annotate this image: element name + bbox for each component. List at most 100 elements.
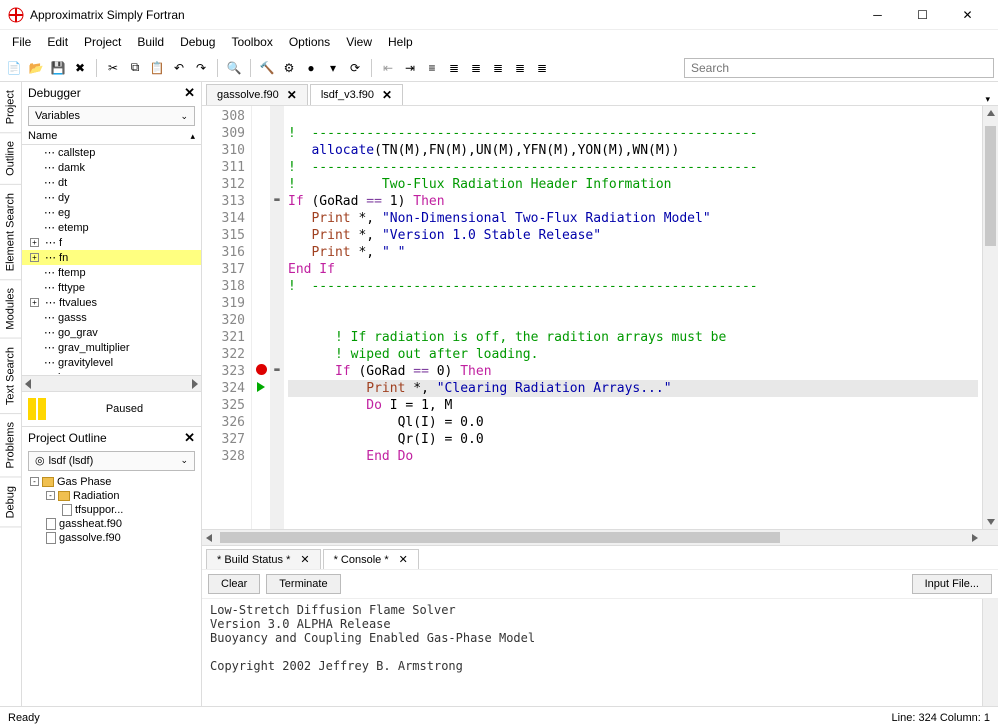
refresh-icon[interactable]: ⟳ [345,58,365,78]
close-icon[interactable]: ✕ [184,85,195,101]
variable-row[interactable]: +⋯ ftvalues [22,295,201,310]
vertical-scrollbar[interactable] [982,106,998,529]
fold-gutter[interactable]: ▬▬ [270,106,284,529]
console-output[interactable]: Low-Stretch Diffusion Flame Solver Versi… [202,598,998,706]
horizontal-scrollbar[interactable] [202,529,998,545]
align-left-icon[interactable]: ≣ [444,58,464,78]
variable-row[interactable]: ⋯ dy [22,190,201,205]
align-center-icon[interactable]: ≣ [466,58,486,78]
variables-tree[interactable]: ⋯ callstep⋯ damk⋯ dt⋯ dy⋯ eg⋯ etemp+⋯ f+… [22,145,201,375]
indent-left-icon[interactable]: ⇤ [378,58,398,78]
justify-icon[interactable]: ≣ [532,58,552,78]
project-tree[interactable]: -Gas Phase-Radiationtfsuppor...gassheat.… [22,473,201,707]
project-tree-item[interactable]: -Gas Phase [22,475,201,489]
editor-tab[interactable]: lsdf_v3.f90✕ [310,84,403,105]
code-editor[interactable]: 3083093103113123133143153163173183193203… [202,106,998,529]
redo-icon[interactable]: ↷ [191,58,211,78]
bottom-tab[interactable]: * Console *✕ [323,549,419,569]
paste-icon[interactable]: 📋 [147,58,167,78]
menu-build[interactable]: Build [129,33,172,51]
variables-column-header: Name ▴ [22,128,201,145]
menu-toolbox[interactable]: Toolbox [223,33,280,51]
cut-icon[interactable]: ✂ [103,58,123,78]
horizontal-scrollbar[interactable] [22,375,201,391]
find-icon[interactable]: 🔍 [224,58,244,78]
variable-row[interactable]: ⋯ damk [22,160,201,175]
variable-row[interactable]: ⋯ ftemp [22,265,201,280]
project-tree-item[interactable]: tfsuppor... [22,503,201,517]
input-file-button[interactable]: Input File... [912,574,992,594]
side-tab-element-search[interactable]: Element Search [0,185,21,280]
editor-tab[interactable]: gassolve.f90✕ [206,84,308,105]
variable-row[interactable]: ⋯ fttype [22,280,201,295]
undo-icon[interactable]: ↶ [169,58,189,78]
project-tree-item[interactable]: gassolve.f90 [22,531,201,545]
side-tab-outline[interactable]: Outline [0,133,21,185]
marker-gutter[interactable] [252,106,270,529]
project-tree-item[interactable]: -Radiation [22,489,201,503]
format-icon[interactable]: ≣ [488,58,508,78]
variable-name: ⋯ callstep [44,146,95,159]
bottom-tabs: * Build Status *✕* Console *✕ [202,545,998,569]
side-tab-modules[interactable]: Modules [0,280,21,339]
close-icon[interactable]: ✕ [184,430,195,446]
open-icon[interactable]: 📂 [26,58,46,78]
side-tab-debug[interactable]: Debug [0,478,21,527]
expand-icon[interactable]: - [46,491,55,500]
bottom-tab[interactable]: * Build Status *✕ [206,549,321,569]
menu-help[interactable]: Help [380,33,421,51]
dropdown-icon[interactable]: ▾ [323,58,343,78]
code-content[interactable]: ! --------------------------------------… [284,106,982,529]
new-file-icon[interactable]: 📄 [4,58,24,78]
variable-row[interactable]: ⋯ dt [22,175,201,190]
close-tab-icon[interactable]: ✕ [382,88,392,102]
variable-row[interactable]: ⋯ eg [22,205,201,220]
expand-icon[interactable]: + [30,238,39,247]
expand-icon[interactable]: - [30,477,39,486]
variable-row[interactable]: ⋯ go_grav [22,325,201,340]
variable-row[interactable]: ⋯ gasss [22,310,201,325]
maximize-button[interactable]: ☐ [900,0,945,29]
expand-icon[interactable]: + [30,298,39,307]
breakpoint-icon[interactable] [256,364,267,375]
search-input[interactable] [684,58,994,78]
menu-debug[interactable]: Debug [172,33,223,51]
variable-row[interactable]: ⋯ grav_multiplier [22,340,201,355]
menu-edit[interactable]: Edit [39,33,76,51]
list-icon[interactable]: ≣ [510,58,530,78]
menu-project[interactable]: Project [76,33,129,51]
close-tab-icon[interactable]: ✕ [287,88,297,102]
delete-icon[interactable]: ✖ [70,58,90,78]
vertical-scrollbar[interactable] [982,599,998,706]
record-icon[interactable]: ● [301,58,321,78]
settings-icon[interactable]: ⚙ [279,58,299,78]
project-tree-item[interactable]: gassheat.f90 [22,517,201,531]
outdent-icon[interactable]: ≡ [422,58,442,78]
close-button[interactable]: ✕ [945,0,990,29]
side-tab-text-search[interactable]: Text Search [0,339,21,414]
terminate-button[interactable]: Terminate [266,574,340,594]
close-tab-icon[interactable]: ✕ [399,553,408,566]
variable-row[interactable]: +⋯ fn [22,250,201,265]
side-tab-problems[interactable]: Problems [0,414,21,477]
variable-row[interactable]: ⋯ callstep [22,145,201,160]
copy-icon[interactable]: ⧉ [125,58,145,78]
expand-icon[interactable]: + [30,253,39,262]
minimize-button[interactable]: ─ [855,0,900,29]
menu-options[interactable]: Options [281,33,338,51]
tabs-dropdown-icon[interactable]: ▾ [985,94,990,105]
menu-view[interactable]: View [338,33,380,51]
variable-row[interactable]: ⋯ etemp [22,220,201,235]
scroll-up-icon[interactable]: ▴ [190,131,195,142]
clear-button[interactable]: Clear [208,574,260,594]
indent-right-icon[interactable]: ⇥ [400,58,420,78]
variable-row[interactable]: +⋯ f [22,235,201,250]
project-combo[interactable]: ◎ lsdf (lsdf) ⌄ [28,451,195,471]
variable-row[interactable]: ⋯ gravitylevel [22,355,201,370]
save-icon[interactable]: 💾 [48,58,68,78]
side-tab-project[interactable]: Project [0,82,21,133]
menu-file[interactable]: File [4,33,39,51]
variables-combo[interactable]: Variables ⌄ [28,106,195,126]
build-icon[interactable]: 🔨 [257,58,277,78]
close-tab-icon[interactable]: ✕ [300,553,309,566]
